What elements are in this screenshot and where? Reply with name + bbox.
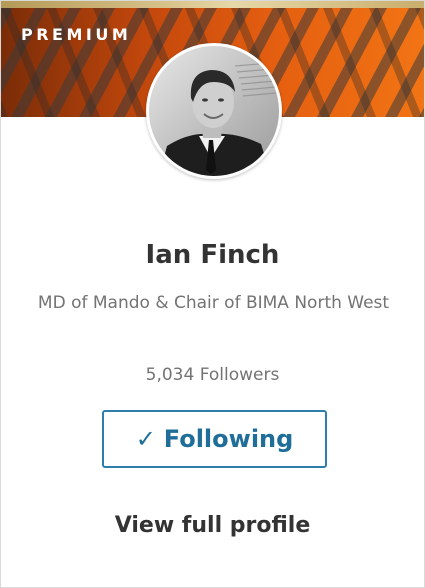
- profile-card: PREMIUM Ian Finch MD of Mando & Chair of…: [0, 0, 425, 588]
- following-button-label: Following: [163, 425, 294, 453]
- profile-photo: [149, 46, 279, 176]
- following-button[interactable]: ✓ Following: [102, 410, 327, 468]
- follower-count: 5,034 Followers: [145, 365, 280, 385]
- view-full-profile-link[interactable]: View full profile: [1, 510, 424, 542]
- profile-headline: MD of Mando & Chair of BIMA North West: [37, 293, 390, 313]
- premium-badge: PREMIUM: [21, 25, 132, 44]
- avatar[interactable]: [146, 43, 282, 179]
- check-icon: ✓: [135, 425, 156, 453]
- profile-name[interactable]: Ian Finch: [1, 238, 424, 272]
- premium-accent-strip: [1, 1, 424, 8]
